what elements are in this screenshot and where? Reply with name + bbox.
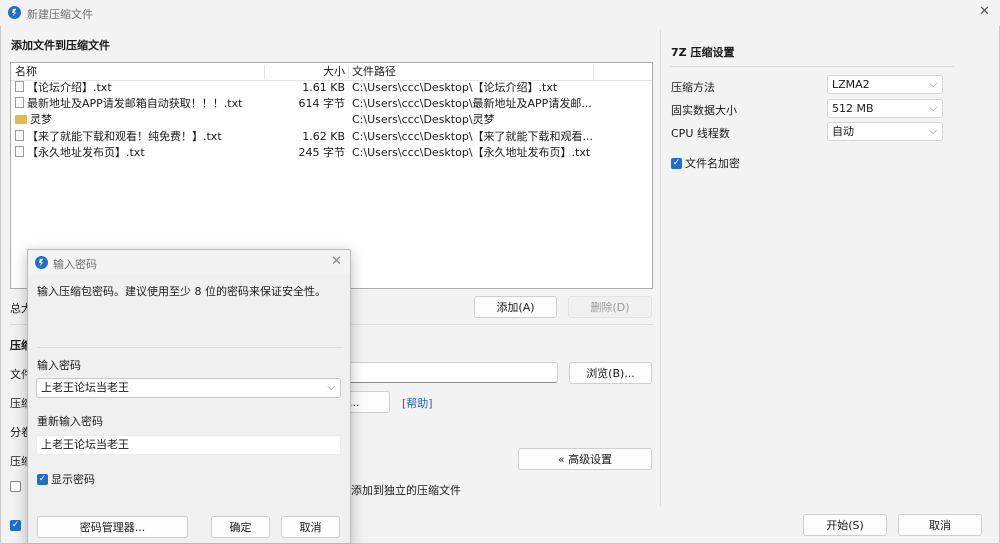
archive-path-input[interactable] [340, 362, 558, 383]
file-list-header: 名称 大小 文件路径 [11, 63, 652, 81]
chevron-down-icon: ⌵ [929, 79, 937, 90]
password-value: 上老王论坛当老王 [41, 381, 129, 394]
cpu-threads-select[interactable]: 自动 ⌵ [827, 122, 943, 141]
help-link[interactable]: [帮助] [402, 395, 433, 411]
password-label: 输入密码 [37, 359, 81, 372]
file-path: C:\Users\ccc\Desktop\【永久地址发布页】.txt [352, 146, 591, 159]
solid-block-size-label: 固实数据大小 [671, 104, 737, 117]
add-button[interactable]: 添加(A) [474, 296, 557, 318]
cpu-threads-label: CPU 线程数 [671, 127, 730, 140]
compression-method-label: 压缩方法 [671, 81, 715, 94]
file-path: C:\Users\ccc\Desktop\最新地址及APP请发邮... [352, 97, 592, 110]
file-row[interactable]: 最新地址及APP请发邮箱自动获取！！！.txt 614 字节 C:\Users\… [11, 96, 652, 112]
text-file-icon [15, 146, 24, 157]
close-icon[interactable]: ✕ [979, 4, 990, 19]
text-file-icon [15, 81, 24, 92]
confirm-password-label: 重新输入密码 [37, 415, 103, 428]
compression-method-select[interactable]: LZMA2 ⌵ [827, 75, 943, 94]
browse-button[interactable]: 浏览(B)... [569, 362, 652, 384]
column-path-header[interactable]: 文件路径 [352, 63, 396, 80]
file-path: C:\Users\ccc\Desktop\【论坛介绍】.txt [352, 81, 558, 94]
file-name: 灵梦 [30, 113, 52, 126]
password-dialog: 输入密码 ✕ 输入压缩包密码。建议使用至少 8 位的密码来保证安全性。 输入密码… [27, 249, 351, 544]
separate-archives-checkbox[interactable] [10, 481, 21, 492]
chevron-down-icon: ⌵ [929, 126, 937, 137]
column-name-header[interactable]: 名称 [15, 63, 37, 80]
text-file-icon [15, 97, 24, 108]
file-size: 614 字节 [298, 97, 346, 110]
file-name: 【论坛介绍】.txt [27, 81, 112, 94]
show-password-label: 显示密码 [51, 473, 95, 486]
file-path: C:\Users\ccc\Desktop\灵梦 [352, 113, 495, 126]
delete-button[interactable]: 删除(D) [568, 296, 652, 318]
file-name: 最新地址及APP请发邮箱自动获取！！！.txt [27, 97, 243, 110]
file-row[interactable]: 【来了就能下载和观看！纯免费！】.txt 1.62 KB C:\Users\cc… [11, 129, 652, 145]
file-size: 1.61 KB [302, 81, 345, 94]
file-row[interactable]: 灵梦 C:\Users\ccc\Desktop\灵梦 [11, 112, 652, 128]
show-password-checkbox[interactable]: ✓ [37, 474, 48, 485]
dialog-title-bar: 输入密码 ✕ [28, 250, 350, 274]
settings-title-underline [670, 66, 954, 67]
add-files-section-title: 添加文件到压缩文件 [11, 39, 110, 52]
app-logo-icon [35, 256, 48, 269]
dialog-title: 输入密码 [53, 258, 97, 271]
encrypt-filenames-checkbox[interactable]: ✓ [671, 158, 682, 169]
start-button[interactable]: 开始(S) [803, 514, 887, 536]
window-title: 新建压缩文件 [27, 8, 93, 21]
file-path: C:\Users\ccc\Desktop\【来了就能下载和观看... [352, 130, 592, 143]
separate-archives-label: 夹添加到独立的压缩文件 [340, 484, 461, 497]
7z-settings-title: 7Z 压缩设置 [671, 46, 735, 59]
close-icon[interactable]: ✕ [331, 254, 342, 269]
bottom-option-checkbox[interactable]: ✓ [10, 520, 21, 531]
panel-divider [660, 30, 661, 506]
chevron-down-icon[interactable]: ⌵ [327, 379, 335, 396]
confirm-password-value: 上老王论坛当老王 [41, 438, 129, 451]
dialog-divider [37, 347, 343, 348]
chevron-down-icon: ⌵ [929, 103, 937, 114]
ok-button[interactable]: 确定 [211, 516, 270, 538]
file-name: 【来了就能下载和观看！纯免费！】.txt [27, 130, 222, 143]
cancel-button[interactable]: 取消 [898, 514, 982, 536]
text-file-icon [15, 130, 24, 141]
solid-block-size-value: 512 MB [832, 102, 874, 115]
file-name: 【永久地址发布页】.txt [27, 146, 145, 159]
column-size-header[interactable]: 大小 [323, 63, 345, 80]
title-bar: 新建压缩文件 ✕ [0, 0, 1000, 26]
file-size: 245 字节 [298, 146, 346, 159]
app-logo-icon [8, 6, 21, 19]
solid-block-size-select[interactable]: 512 MB ⌵ [827, 99, 943, 118]
password-input[interactable]: 上老王论坛当老王 ⌵ [36, 378, 341, 398]
encrypt-filenames-label: 文件名加密 [685, 157, 740, 170]
file-row[interactable]: 【论坛介绍】.txt 1.61 KB C:\Users\ccc\Desktop\… [11, 80, 652, 96]
advanced-settings-button[interactable]: « 高级设置 [518, 448, 652, 470]
password-manager-button[interactable]: 密码管理器... [37, 516, 188, 538]
cpu-threads-value: 自动 [832, 125, 854, 138]
confirm-password-input[interactable]: 上老王论坛当老王 [36, 435, 341, 455]
password-info-text: 输入压缩包密码。建议使用至少 8 位的密码来保证安全性。 [37, 285, 326, 298]
file-row[interactable]: 【永久地址发布页】.txt 245 字节 C:\Users\ccc\Deskto… [11, 145, 652, 161]
dialog-cancel-button[interactable]: 取消 [281, 516, 340, 538]
file-size: 1.62 KB [302, 130, 345, 143]
folder-icon [15, 115, 27, 124]
compression-method-value: LZMA2 [832, 78, 870, 91]
